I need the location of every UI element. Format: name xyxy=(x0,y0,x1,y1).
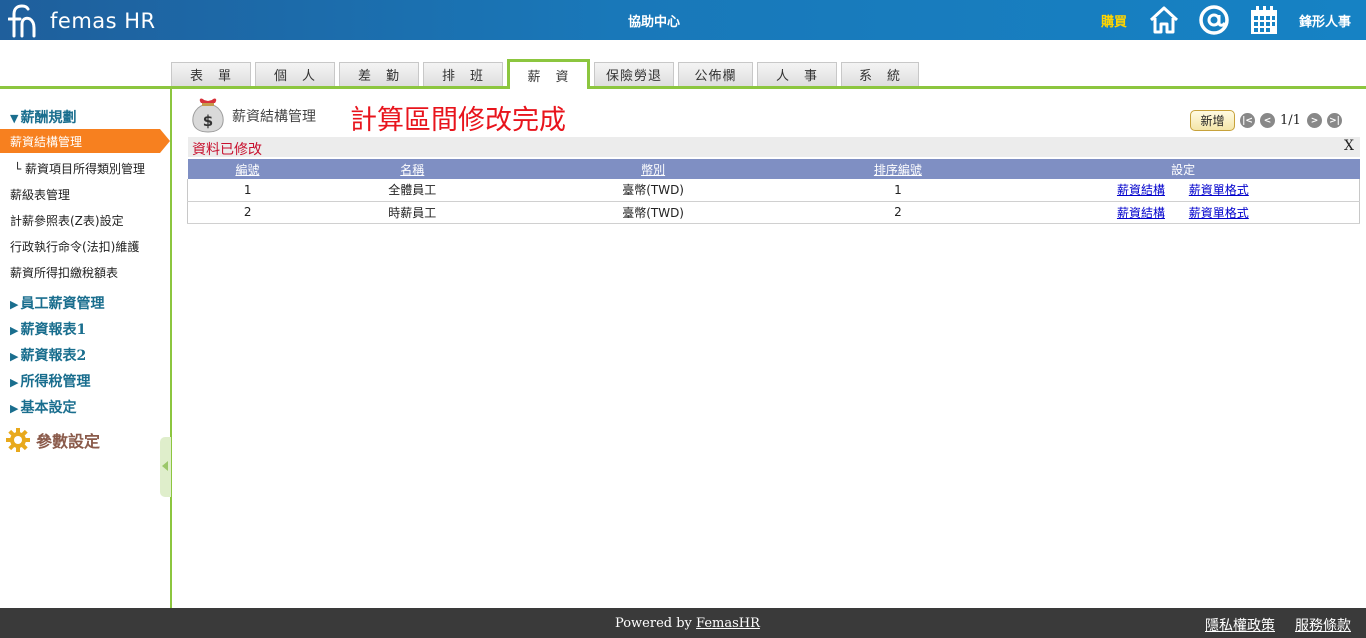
triangle-right-icon: ▶ xyxy=(10,324,19,337)
privacy-policy-link[interactable]: 隱私權政策 xyxy=(1205,615,1275,635)
tab-scheduling[interactable]: 排 班 xyxy=(423,62,503,86)
home-icon[interactable] xyxy=(1148,4,1180,36)
sidebar-item-withholding-table[interactable]: 薪資所得扣繳稅額表 xyxy=(0,260,170,284)
cell-settings: 薪資結構 薪資單格式 xyxy=(1006,179,1360,202)
femashr-link[interactable]: FemasHR xyxy=(696,616,760,631)
page-indicator: 1/1 xyxy=(1280,113,1301,128)
cell-order: 2 xyxy=(788,201,1007,224)
table-header-row: 編號 名稱 幣別 排序編號 設定 xyxy=(187,159,1360,179)
cell-name: 全體員工 xyxy=(307,179,518,202)
sidebar-item-z-table[interactable]: 計薪參照表(Z表)設定 xyxy=(0,208,170,232)
salary-structure-table: 編號 名稱 幣別 排序編號 設定 1 全體員工 臺幣(TWD) 1 薪資結構 薪… xyxy=(187,159,1360,224)
sidebar: ▼ 薪酬規劃 薪資結構管理 └ 薪資項目所得類別管理 薪級表管理 計薪參照表(Z表… xyxy=(0,89,170,608)
cell-currency: 臺幣(TWD) xyxy=(517,201,789,224)
sidebar-item-garnishment[interactable]: 行政執行命令(法扣)維護 xyxy=(0,234,170,258)
section-salary-report-2[interactable]: ▶ 薪資報表2 xyxy=(10,345,86,365)
tab-attendance[interactable]: 差 勤 xyxy=(339,62,419,86)
column-header-order[interactable]: 排序編號 xyxy=(788,159,1007,179)
sidebar-item-salary-scale[interactable]: 薪級表管理 xyxy=(0,182,170,206)
table-row: 2 時薪員工 臺幣(TWD) 2 薪資結構 薪資單格式 xyxy=(187,201,1360,224)
triangle-right-icon: ▶ xyxy=(10,350,19,363)
notice-text: 資料已修改 xyxy=(192,142,262,158)
prev-page-button[interactable]: < xyxy=(1260,113,1275,128)
add-button[interactable]: 新增 xyxy=(1190,110,1235,131)
tab-salary[interactable]: 薪 資 xyxy=(507,59,590,89)
last-page-button[interactable]: >| xyxy=(1327,113,1342,128)
sort-currency-link[interactable]: 幣別 xyxy=(641,163,665,177)
sidebar-item-salary-structure[interactable]: 薪資結構管理 xyxy=(0,129,170,153)
femas-logo-mark-icon xyxy=(8,4,36,38)
section-salary-report-1[interactable]: ▶ 薪資報表1 xyxy=(10,319,86,339)
footer: Powered by FemasHR 隱私權政策 服務條款 xyxy=(0,608,1366,638)
email-at-icon[interactable] xyxy=(1198,4,1230,36)
cell-id: 1 xyxy=(187,179,308,202)
tab-system[interactable]: 系 統 xyxy=(841,62,919,86)
tab-forms[interactable]: 表 單 xyxy=(171,62,251,86)
column-header-name[interactable]: 名稱 xyxy=(307,159,518,179)
triangle-right-icon: ▶ xyxy=(10,298,19,311)
svg-text:$: $ xyxy=(203,112,213,130)
column-header-settings: 設定 xyxy=(1006,159,1360,179)
tab-bulletin[interactable]: 公佈欄 xyxy=(678,62,753,86)
powered-by: Powered by FemasHR xyxy=(615,616,760,631)
payslip-format-link[interactable]: 薪資單格式 xyxy=(1189,206,1249,220)
section-income-tax[interactable]: ▶ 所得稅管理 xyxy=(10,371,90,391)
sort-name-link[interactable]: 名稱 xyxy=(400,163,424,177)
buy-link[interactable]: 購買 xyxy=(1101,11,1127,30)
triangle-right-icon: ▶ xyxy=(10,376,19,389)
cell-order: 1 xyxy=(788,179,1007,202)
section-employee-salary[interactable]: ▶ 員工薪資管理 xyxy=(10,293,104,313)
cell-currency: 臺幣(TWD) xyxy=(517,179,789,202)
terms-of-service-link[interactable]: 服務條款 xyxy=(1295,615,1351,635)
salary-structure-link[interactable]: 薪資結構 xyxy=(1117,183,1165,197)
sort-id-link[interactable]: 編號 xyxy=(235,163,259,177)
help-center-link[interactable]: 協助中心 xyxy=(628,11,680,30)
column-header-currency[interactable]: 幣別 xyxy=(517,159,789,179)
cell-name: 時薪員工 xyxy=(307,201,518,224)
triangle-right-icon: ▶ xyxy=(10,402,19,415)
next-page-button[interactable]: > xyxy=(1307,113,1322,128)
top-header: femas HR 協助中心 購買 鋒形人事 xyxy=(0,0,1366,40)
page-title: 薪資結構管理 xyxy=(232,109,316,125)
parameter-settings[interactable]: 參數設定 xyxy=(6,428,100,452)
sidebar-collapse-handle[interactable] xyxy=(160,437,171,497)
salary-structure-link[interactable]: 薪資結構 xyxy=(1117,206,1165,220)
table-row: 1 全體員工 臺幣(TWD) 1 薪資結構 薪資單格式 xyxy=(187,179,1360,202)
tab-personal[interactable]: 個 人 xyxy=(255,62,335,86)
tab-hr[interactable]: 人 事 xyxy=(757,62,837,86)
notice-bar: 資料已修改 X xyxy=(188,137,1360,158)
collapse-arrow-icon xyxy=(162,461,168,471)
sidebar-item-income-category[interactable]: └ 薪資項目所得類別管理 xyxy=(0,156,170,180)
column-header-id[interactable]: 編號 xyxy=(187,159,308,179)
section-basic-settings[interactable]: ▶ 基本設定 xyxy=(10,397,76,417)
close-notice-button[interactable]: X xyxy=(1344,138,1354,154)
payslip-format-link[interactable]: 薪資單格式 xyxy=(1189,183,1249,197)
first-page-button[interactable]: |< xyxy=(1240,113,1255,128)
gear-icon xyxy=(6,428,30,452)
main-content: $ 薪資結構管理 計算區間修改完成 新增 |< < 1/1 > >| 資料已修改… xyxy=(172,89,1366,608)
logo-text: femas HR xyxy=(50,9,156,33)
cell-settings: 薪資結構 薪資單格式 xyxy=(1006,201,1360,224)
status-message: 計算區間修改完成 xyxy=(350,105,566,136)
money-bag-icon: $ xyxy=(192,98,224,133)
company-name: 鋒形人事 xyxy=(1299,15,1352,30)
cell-id: 2 xyxy=(187,201,308,224)
tab-insurance[interactable]: 保險勞退 xyxy=(594,62,674,86)
femas-logo[interactable]: femas HR xyxy=(8,4,156,38)
parameter-settings-label: 參數設定 xyxy=(36,432,101,451)
section-compensation-planning[interactable]: ▼ 薪酬規劃 xyxy=(10,107,76,127)
calendar-icon[interactable] xyxy=(1248,4,1280,36)
sort-order-link[interactable]: 排序編號 xyxy=(874,163,922,177)
triangle-down-icon: ▼ xyxy=(10,112,19,125)
